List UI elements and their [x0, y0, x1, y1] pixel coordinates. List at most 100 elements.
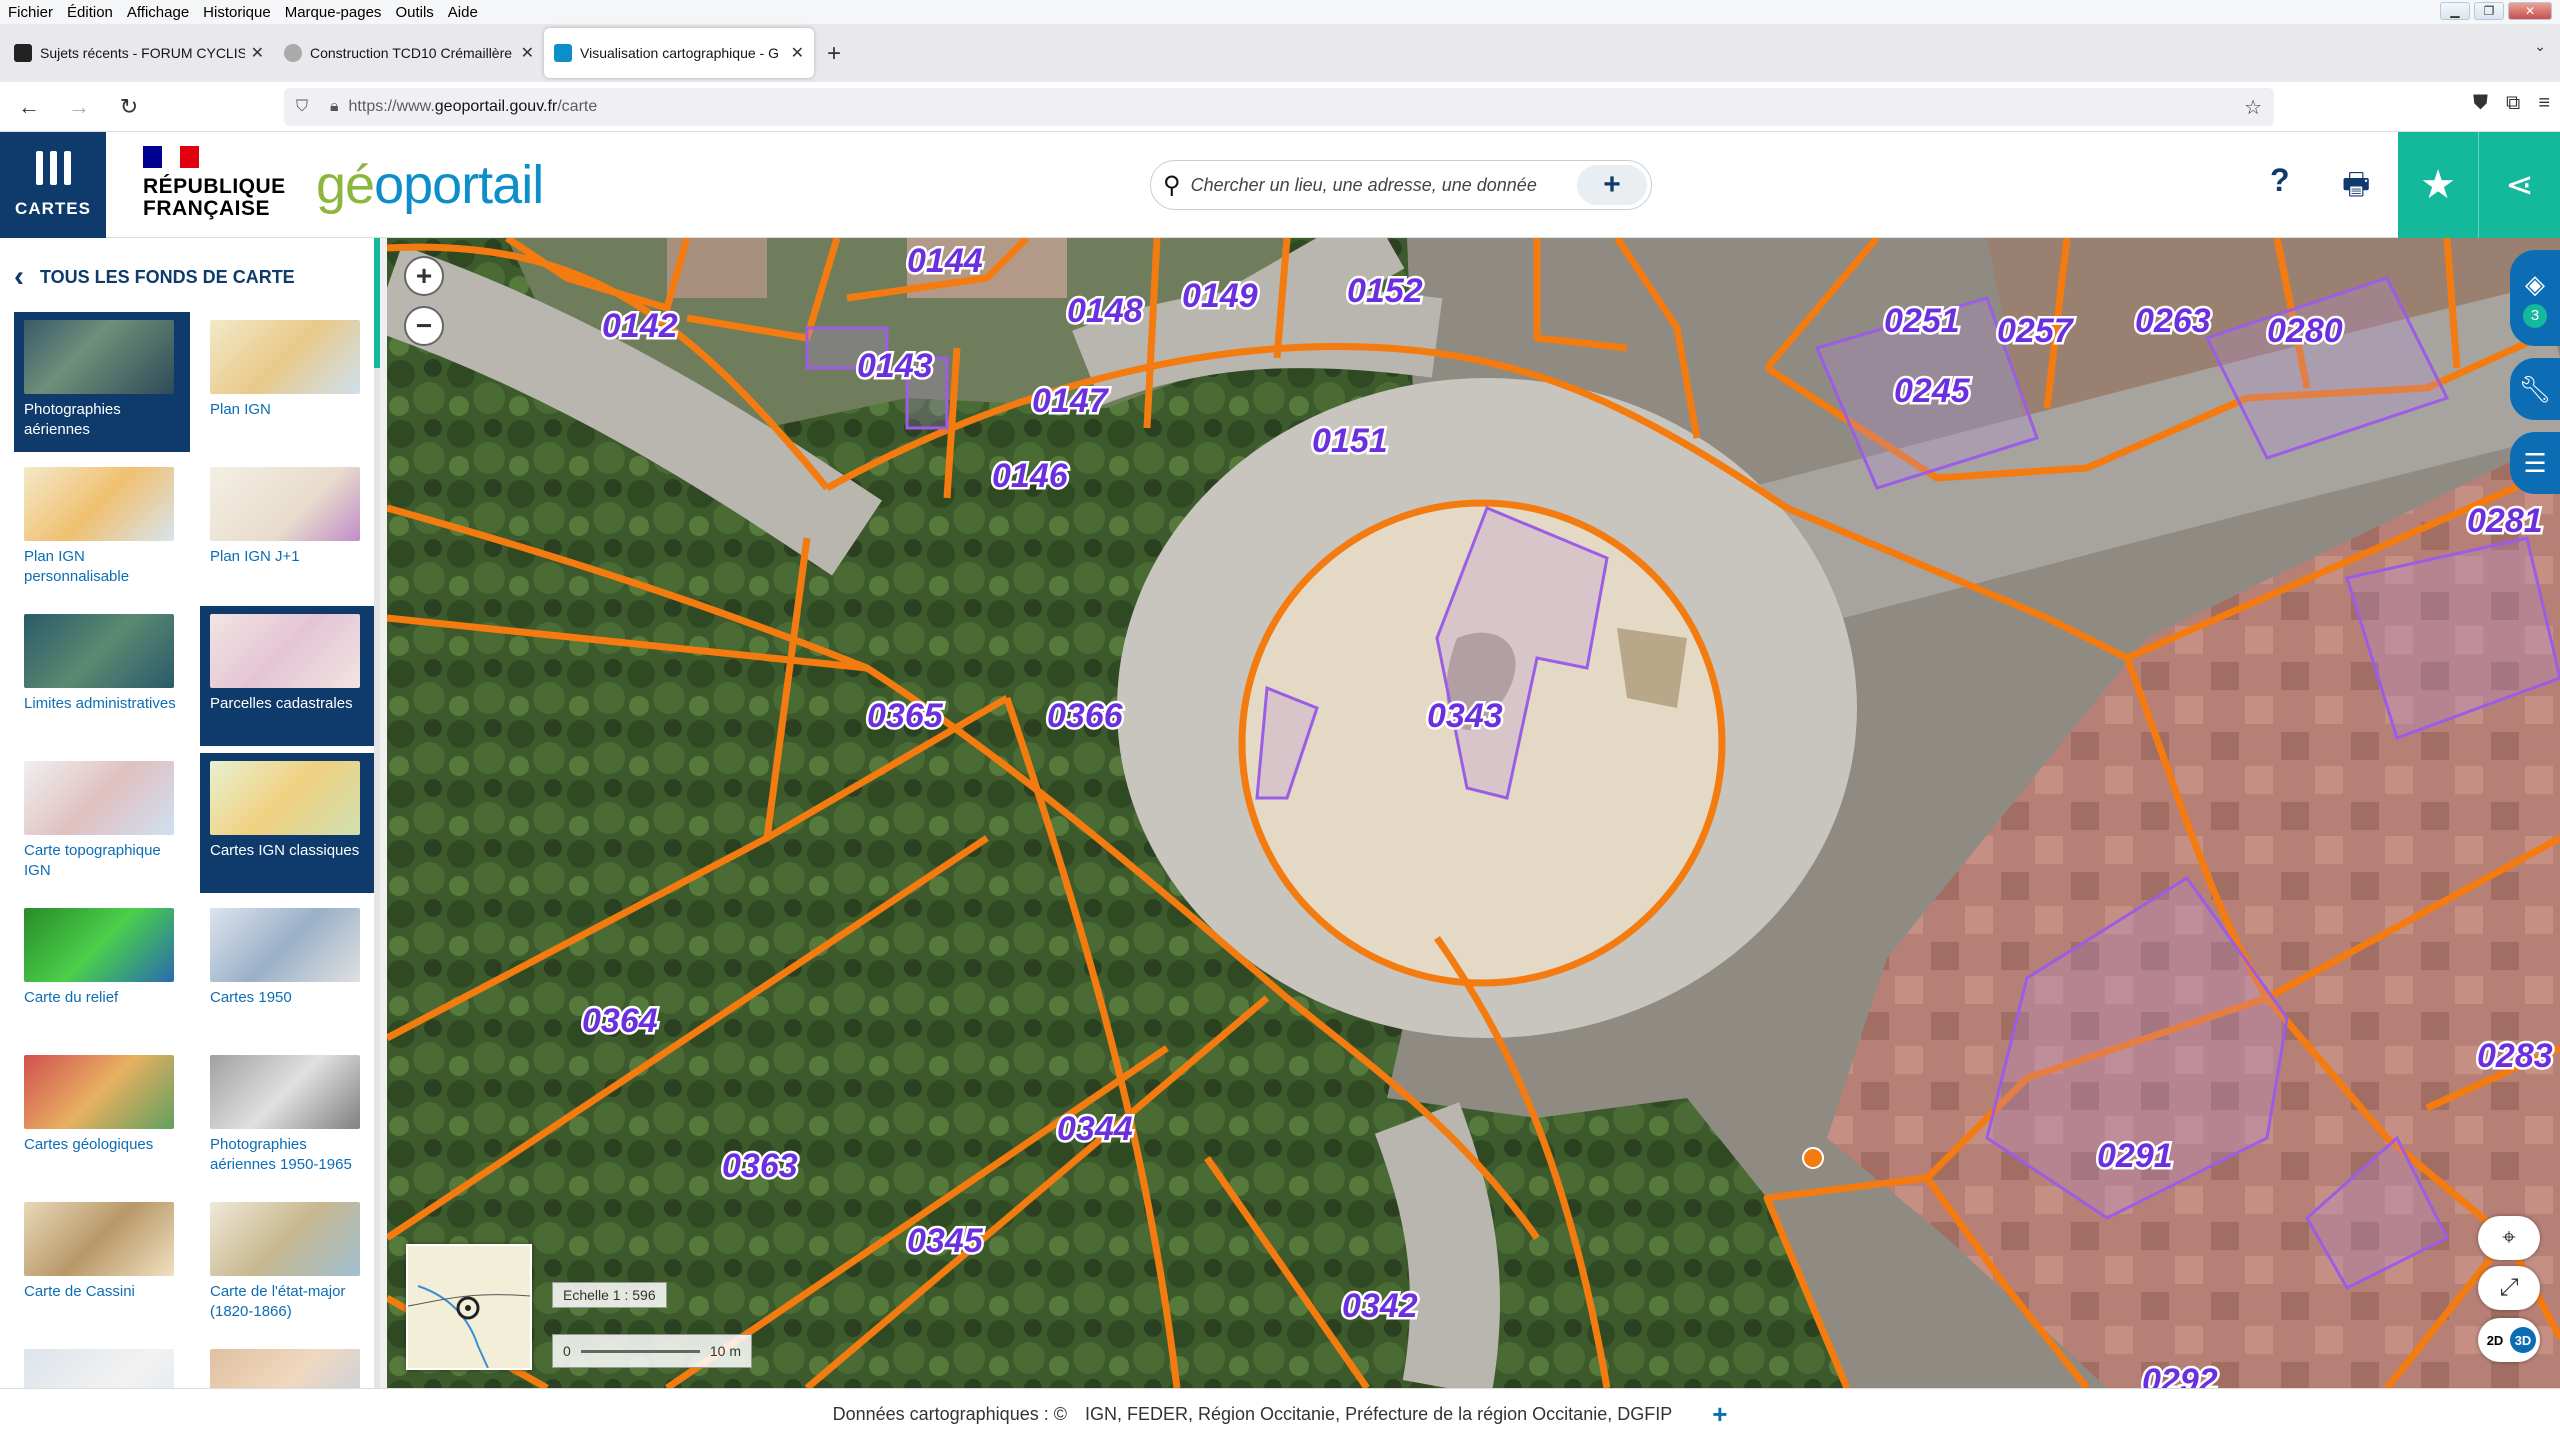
- map-view[interactable]: 0142 0143 0144 0148 0149 0152 0147 0146 0151 0251…: [387, 238, 2560, 1388]
- basemap-tile[interactable]: [14, 1341, 190, 1423]
- help-button[interactable]: ?: [2270, 162, 2290, 199]
- site-header: CARTES RÉPUBLIQUE FRANÇAISE géoportail ⚲…: [0, 132, 2560, 238]
- map-vertex-point[interactable]: [1802, 1147, 1824, 1169]
- favorites-star-icon[interactable]: ★: [2398, 132, 2479, 238]
- navigation-bar: ← → ↻ ⛉ 🔒︎ https://www. geoportail.gouv.f…: [0, 82, 2560, 132]
- map-canvas[interactable]: 0142 0143 0144 0148 0149 0152 0147 0146 0151 0251…: [387, 238, 2560, 1388]
- close-tab-icon[interactable]: ✕: [251, 43, 264, 63]
- attribution-expand-button[interactable]: +: [1712, 1399, 1727, 1430]
- print-icon[interactable]: 🖶︎: [2342, 162, 2382, 202]
- zoom-out-button[interactable]: −: [404, 306, 444, 346]
- geoportail-logo[interactable]: géoportail: [316, 154, 544, 216]
- menu-historique[interactable]: Historique: [203, 4, 271, 21]
- geolocate-button[interactable]: ⌖: [2478, 1216, 2540, 1260]
- parcel-label: 0344: [1057, 1110, 1133, 1148]
- close-tab-icon[interactable]: ✕: [521, 43, 534, 63]
- search-input[interactable]: [1190, 174, 1571, 196]
- tab-list-icon[interactable]: ⌄: [2534, 38, 2546, 55]
- attribution-sources: IGN, FEDER, Région Occitanie, Préfecture…: [1084, 1404, 1673, 1424]
- shield-icon[interactable]: ⛉: [296, 98, 308, 116]
- basemap-tile[interactable]: Limites administratives: [14, 606, 190, 746]
- basemap-thumbnail: [210, 908, 360, 982]
- menu-fichier[interactable]: Fichier: [8, 4, 53, 21]
- parcel-label: 0148: [1067, 292, 1143, 330]
- parcel-label: 0142: [602, 307, 678, 345]
- basemap-thumbnail: [24, 467, 174, 541]
- advanced-search-button[interactable]: +: [1577, 165, 1647, 205]
- basemap-tile[interactable]: Cartes IGN classiques: [200, 753, 376, 893]
- fullscreen-button[interactable]: ⤢: [2478, 1266, 2540, 1310]
- menu-outils[interactable]: Outils: [395, 4, 433, 21]
- toolbar-icons: ⛊ ⧉ ≡: [2473, 92, 2550, 115]
- tab-construction[interactable]: Construction TCD10 Crémaillère ✕: [274, 28, 544, 78]
- view-2d-3d-toggle[interactable]: 2D 3D: [2478, 1318, 2540, 1362]
- basemap-tile[interactable]: Photographies aériennes 1950-1965: [200, 1047, 376, 1187]
- favicon-icon: [284, 44, 302, 62]
- panel-scrollbar-thumb[interactable]: [374, 238, 380, 368]
- republique-francaise-logo[interactable]: RÉPUBLIQUE FRANÇAISE: [143, 146, 293, 220]
- panel-header[interactable]: ‹ TOUS LES FONDS DE CARTE: [14, 260, 295, 294]
- menu-icon[interactable]: ≡: [2538, 92, 2550, 115]
- zoom-controls: + −: [404, 256, 444, 346]
- scale-line: [580, 1349, 700, 1353]
- basemap-tile[interactable]: Plan IGN personnalisable: [14, 459, 190, 599]
- parcel-label: 0345: [907, 1222, 984, 1260]
- layers-manager-button[interactable]: ◈ 3: [2510, 250, 2560, 346]
- panel-scrollbar[interactable]: [374, 238, 380, 1388]
- basemap-tile-label: Plan IGN J+1: [210, 548, 300, 565]
- wrench-icon: 🔧︎: [2518, 373, 2552, 404]
- zoom-in-button[interactable]: +: [404, 256, 444, 296]
- view-2d-button[interactable]: 2D: [2482, 1327, 2508, 1353]
- restore-button[interactable]: ❐: [2474, 2, 2504, 20]
- close-tab-icon[interactable]: ✕: [791, 43, 804, 63]
- url-bar[interactable]: ⛉ 🔒︎ https://www. geoportail.gouv.fr/cart…: [284, 88, 2274, 126]
- lock-icon[interactable]: 🔒︎: [330, 98, 339, 116]
- bookmark-star-icon[interactable]: ☆: [2244, 95, 2262, 120]
- reload-icon[interactable]: ↻: [108, 86, 150, 128]
- parcel-label: 0364: [582, 1002, 658, 1040]
- menu-marque-pages[interactable]: Marque-pages: [285, 4, 382, 21]
- share-icon[interactable]: ⋖: [2479, 132, 2560, 238]
- list-icon: ☰: [2523, 447, 2547, 478]
- legend-button[interactable]: ☰: [2510, 432, 2560, 494]
- basemap-thumbnail: [210, 467, 360, 541]
- french-flag-icon: [143, 146, 200, 168]
- basemap-tile[interactable]: Cartes 1950: [200, 900, 376, 1040]
- new-tab-button[interactable]: +: [814, 34, 854, 74]
- tab-forum[interactable]: Sujets récents - FORUM CYCLISME ✕: [4, 28, 274, 78]
- close-window-button[interactable]: ✕: [2508, 2, 2552, 20]
- basemap-tile[interactable]: Cartes géologiques: [14, 1047, 190, 1187]
- basemap-tile[interactable]: Carte de l'état-major (1820-1866): [200, 1194, 376, 1334]
- basemap-tile[interactable]: Carte de Cassini: [14, 1194, 190, 1334]
- search-icon[interactable]: ⚲: [1163, 171, 1181, 200]
- basemap-tile[interactable]: Carte topographique IGN: [14, 753, 190, 893]
- scale-bar: 0 10 m: [552, 1334, 752, 1368]
- view-3d-button[interactable]: 3D: [2510, 1327, 2536, 1353]
- basemap-tile[interactable]: Parcelles cadastrales: [200, 606, 376, 746]
- chevron-left-icon[interactable]: ‹: [14, 260, 24, 294]
- forward-icon[interactable]: →: [58, 86, 100, 128]
- menu-edition[interactable]: Édition: [67, 4, 113, 21]
- back-icon[interactable]: ←: [8, 86, 50, 128]
- overview-map[interactable]: [406, 1244, 532, 1370]
- tools-button[interactable]: 🔧︎: [2510, 358, 2560, 420]
- basemap-tile-label: Cartes IGN classiques: [210, 842, 360, 859]
- cartes-button[interactable]: CARTES: [0, 132, 106, 238]
- favicon-icon: [554, 44, 572, 62]
- basemap-tile[interactable]: Photographies aériennes: [14, 312, 190, 452]
- basemap-tile[interactable]: Plan IGN: [200, 312, 376, 452]
- tab-geoportail[interactable]: Visualisation cartographique - G ✕: [544, 28, 814, 78]
- menu-aide[interactable]: Aide: [448, 4, 478, 21]
- parcel-label: 0263: [2135, 302, 2211, 340]
- tab-bar: Sujets récents - FORUM CYCLISME ✕ Constr…: [0, 24, 2560, 82]
- basemap-tile[interactable]: Plan IGN J+1: [200, 459, 376, 599]
- basemap-tile[interactable]: Carte du relief: [14, 900, 190, 1040]
- menu-affichage[interactable]: Affichage: [127, 4, 189, 21]
- basemap-tile[interactable]: [200, 1341, 376, 1423]
- parcel-label: 0152: [1347, 272, 1423, 310]
- pocket-icon[interactable]: ⛊: [2473, 92, 2488, 115]
- parcel-label: 0363: [722, 1147, 798, 1185]
- minimize-button[interactable]: ▁: [2440, 2, 2470, 20]
- window-controls: ▁ ❐ ✕: [2440, 2, 2552, 20]
- extensions-icon[interactable]: ⧉: [2506, 92, 2520, 115]
